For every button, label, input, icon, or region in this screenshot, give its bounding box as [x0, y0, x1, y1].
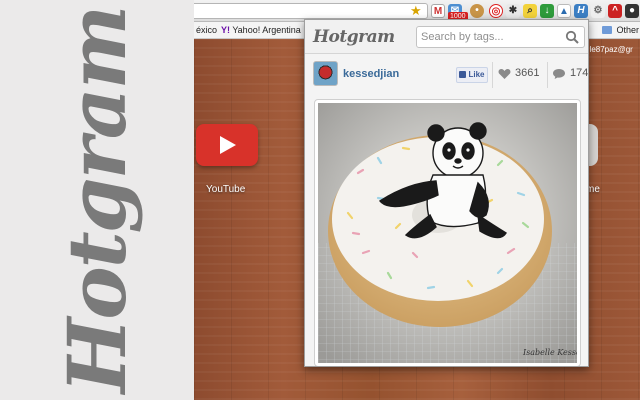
username-link[interactable]: kessedjian [343, 68, 399, 80]
gmail-extension-icon[interactable]: M [431, 4, 445, 18]
youtube-app-tile[interactable] [196, 124, 258, 166]
comment-icon[interactable] [552, 68, 566, 80]
youtube-tile-label: YouTube [206, 184, 246, 195]
post-header: kessedjian Like 3661 174 [305, 54, 589, 100]
h-extension-icon[interactable]: H [574, 4, 588, 18]
hotgram-extension-icon[interactable]: ● [625, 4, 639, 18]
search-extension-icon[interactable]: ⌕ [523, 4, 537, 18]
brand-logo-text: Hotgram [50, 6, 144, 394]
bookmark-label: Other Bookmarks [616, 25, 640, 35]
avatar[interactable] [313, 61, 338, 86]
account-email[interactable]: ille87paz@gr [586, 45, 633, 54]
yahoo-icon: Y! [221, 25, 230, 35]
comments-count: 174 [570, 67, 589, 79]
like-label: Like [468, 70, 485, 79]
search-box [416, 26, 585, 48]
popup-logo: Hotgram [313, 27, 395, 47]
bookmark-item-yahoo-argentina[interactable]: Y! Yahoo! Argentina [221, 25, 301, 35]
hotgram-popup: Hotgram kessedjian Like 3661 174 [304, 19, 589, 367]
cookie-extension-icon[interactable]: • [470, 4, 484, 18]
popup-header: Hotgram [305, 20, 588, 54]
target-extension-icon[interactable]: ◎ [489, 4, 503, 18]
download-extension-icon[interactable]: ↓ [540, 4, 554, 18]
heart-icon[interactable] [498, 68, 511, 80]
upload-extension-icon[interactable]: ▲ [557, 4, 571, 18]
divider [492, 62, 493, 88]
bookmark-item-mexico[interactable]: éxico [196, 25, 217, 35]
paw-extension-icon[interactable]: ✱ [506, 4, 520, 18]
red-hat-extension-icon[interactable]: ^ [608, 4, 622, 18]
play-icon [220, 136, 236, 154]
photo-signature: Isabelle Kessedjian [522, 348, 577, 357]
post-photo: Isabelle Kessedjian [318, 103, 577, 363]
facebook-like-button[interactable]: Like [456, 67, 488, 83]
post-photo-frame[interactable]: Isabelle Kessedjian [314, 99, 581, 366]
tag-search-input[interactable] [417, 27, 562, 47]
likes-count: 3661 [515, 67, 540, 79]
brand-strip: Hotgram [0, 0, 194, 400]
address-bar[interactable] [194, 3, 428, 19]
folder-icon [602, 26, 612, 34]
bookmark-label: Yahoo! Argentina [232, 25, 301, 35]
settings-extension-icon[interactable]: ⚙ [591, 4, 605, 18]
search-icon[interactable] [565, 30, 579, 44]
bookmark-folder-other[interactable]: Other Bookmarks [602, 25, 640, 35]
divider [547, 62, 548, 88]
facebook-icon [459, 71, 467, 78]
bookmark-star-icon[interactable]: ★ [410, 3, 422, 19]
